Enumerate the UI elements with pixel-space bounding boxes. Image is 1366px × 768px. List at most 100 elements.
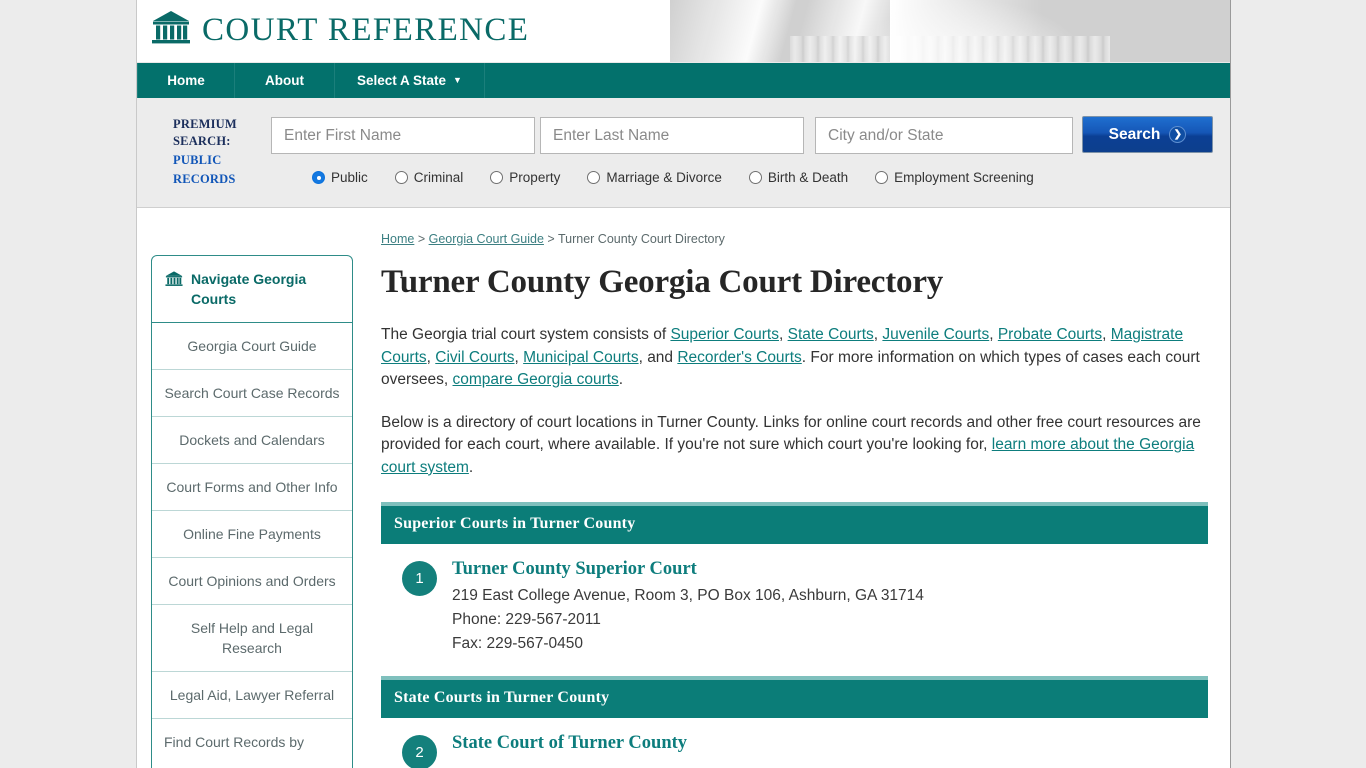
nav-item-about[interactable]: About [235, 63, 335, 98]
nav-item-select-a-state[interactable]: Select A State ▼ [335, 63, 485, 98]
premium-label-line4: RECORDS [173, 172, 236, 186]
radio-option-birth-death[interactable]: Birth & Death [748, 170, 848, 185]
chevron-right-icon: ❯ [1169, 126, 1187, 143]
court-phone: Phone: 229-567-2011 [452, 610, 601, 628]
radio-option-employment-screening[interactable]: Employment Screening [875, 170, 1034, 185]
city-state-placeholder: City and/or State [828, 126, 944, 144]
chevron-down-icon: ▼ [453, 75, 462, 85]
text-fragment: , and [638, 348, 678, 366]
text-fragment: , [1102, 326, 1111, 343]
masthead-fade-overlay [890, 0, 1230, 62]
radio-dot [394, 171, 408, 184]
nav-item-label: Home [167, 73, 205, 88]
intro-paragraph-2: Below is a directory of court locations … [381, 412, 1208, 480]
site-container: COURT REFERENCE Home About Select A Stat… [136, 0, 1231, 768]
premium-label-line1: PREMIUM [173, 117, 237, 131]
brand-name: COURT REFERENCE [202, 12, 530, 48]
court-details: State Court of Turner County [452, 733, 687, 768]
sidebar-item-label: Court Opinions and Orders [168, 573, 336, 589]
text-fragment: , [778, 326, 788, 343]
sidebar-item-find-court-records-by[interactable]: Find Court Records by [152, 719, 352, 765]
radio-label: Criminal [413, 170, 464, 185]
site-logo[interactable]: COURT REFERENCE [151, 9, 529, 52]
sidebar-item-legal-aid-lawyer-referral[interactable]: Legal Aid, Lawyer Referral [152, 672, 352, 719]
section-heading: Superior Courts in Turner County [381, 501, 1208, 544]
city-state-input[interactable]: City and/or State [815, 117, 1073, 154]
sidebar-item-court-opinions-and-orders[interactable]: Court Opinions and Orders [152, 558, 352, 605]
sidebar-navigation: Navigate Georgia Courts Georgia Court Gu… [151, 255, 353, 768]
text-fragment: , [426, 348, 436, 366]
sidebar-item-online-fine-payments[interactable]: Online Fine Payments [152, 511, 352, 558]
sidebar-item-georgia-court-guide[interactable]: Georgia Court Guide [152, 323, 352, 370]
link-state-courts[interactable]: State Courts [788, 326, 874, 343]
radio-dot [587, 171, 601, 184]
sidebar-item-label: Self Help and Legal Research [190, 620, 314, 656]
sidebar-item-court-forms-and-other-info[interactable]: Court Forms and Other Info [152, 464, 352, 511]
search-button-label: Search [1108, 125, 1161, 143]
radio-option-criminal[interactable]: Criminal [394, 170, 464, 185]
radio-option-property[interactable]: Property [490, 170, 560, 185]
radio-label: Public [331, 170, 368, 185]
radio-option-marriage-divorce[interactable]: Marriage & Divorce [587, 170, 722, 185]
link-municipal-courts[interactable]: Municipal Courts [523, 349, 638, 366]
radio-label: Employment Screening [894, 170, 1034, 185]
court-section-superior: Superior Courts in Turner County 1 Turne… [381, 501, 1208, 660]
breadcrumb: Home > Georgia Court Guide > Turner Coun… [381, 232, 1208, 246]
premium-label-line2: SEARCH: [173, 134, 231, 148]
first-name-placeholder: Enter First Name [284, 126, 402, 144]
link-civil-courts[interactable]: Civil Courts [435, 349, 514, 366]
section-heading: State Courts in Turner County [381, 675, 1208, 718]
court-section-state: State Courts in Turner County 2 State Co… [381, 675, 1208, 768]
nav-item-home[interactable]: Home [137, 63, 235, 98]
court-listing: 2 State Court of Turner County [381, 718, 1208, 768]
search-button[interactable]: Search ❯ [1082, 116, 1213, 153]
link-probate-courts[interactable]: Probate Courts [998, 326, 1102, 343]
court-number-badge: 1 [402, 560, 437, 596]
main-navigation: Home About Select A State ▼ [137, 62, 1230, 98]
breadcrumb-current: Turner County Court Directory [557, 232, 725, 246]
sidebar-item-search-court-case-records[interactable]: Search Court Case Records [152, 370, 352, 417]
sidebar-item-self-help-and-legal-research[interactable]: Self Help and Legal Research [152, 605, 352, 672]
radio-dot [490, 171, 504, 184]
content-area: Navigate Georgia Courts Georgia Court Gu… [137, 208, 1230, 768]
link-recorders-courts[interactable]: Recorder's Courts [677, 349, 801, 366]
link-compare-georgia-courts[interactable]: compare Georgia courts [453, 371, 619, 388]
breadcrumb-separator: > [543, 232, 558, 246]
sidebar-item-label: Search Court Case Records [164, 385, 340, 401]
last-name-input[interactable]: Enter Last Name [540, 117, 804, 154]
sidebar-item-label: Online Fine Payments [183, 526, 321, 542]
court-fax: Fax: 229-567-0450 [452, 634, 583, 652]
sidebar-item-label: Court Forms and Other Info [166, 479, 338, 495]
sidebar-item-label: Georgia Court Guide [187, 338, 317, 354]
last-name-placeholder: Enter Last Name [553, 126, 670, 144]
breadcrumb-link-home[interactable]: Home [381, 232, 414, 246]
sidebar-header-label: Navigate Georgia Courts [191, 271, 307, 307]
court-listing: 1 Turner County Superior Court 219 East … [381, 544, 1208, 660]
search-category-radio-group: Public Criminal Property Marriage & Divo… [312, 170, 1061, 185]
court-name-link[interactable]: Turner County Superior Court [452, 559, 924, 580]
premium-search-band: PREMIUM SEARCH: PUBLIC RECORDS Enter Fir… [137, 98, 1230, 208]
sidebar-item-label: Dockets and Calendars [179, 432, 325, 448]
courthouse-icon [165, 270, 183, 293]
sidebar-header: Navigate Georgia Courts [152, 256, 352, 323]
radio-label: Marriage & Divorce [606, 170, 722, 185]
text-fragment: . [468, 458, 474, 476]
court-details: Turner County Superior Court 219 East Co… [452, 559, 924, 656]
first-name-input[interactable]: Enter First Name [271, 117, 535, 154]
link-juvenile-courts[interactable]: Juvenile Courts [882, 326, 989, 343]
sidebar-item-dockets-and-calendars[interactable]: Dockets and Calendars [152, 417, 352, 464]
nav-item-label: Select A State [357, 73, 447, 88]
link-superior-courts[interactable]: Superior Courts [670, 326, 779, 343]
masthead: COURT REFERENCE [137, 0, 1230, 62]
text-fragment: , [989, 326, 998, 343]
text-fragment: , [514, 348, 524, 366]
premium-label-line3: PUBLIC [173, 153, 222, 167]
breadcrumb-link-georgia-court-guide[interactable]: Georgia Court Guide [429, 232, 544, 246]
court-name-link[interactable]: State Court of Turner County [452, 733, 687, 754]
breadcrumb-separator: > [414, 232, 429, 246]
sidebar-item-label: Legal Aid, Lawyer Referral [169, 687, 335, 703]
page-root: COURT REFERENCE Home About Select A Stat… [0, 0, 1366, 768]
radio-option-public[interactable]: Public [312, 170, 368, 185]
text-fragment: . [618, 371, 624, 389]
